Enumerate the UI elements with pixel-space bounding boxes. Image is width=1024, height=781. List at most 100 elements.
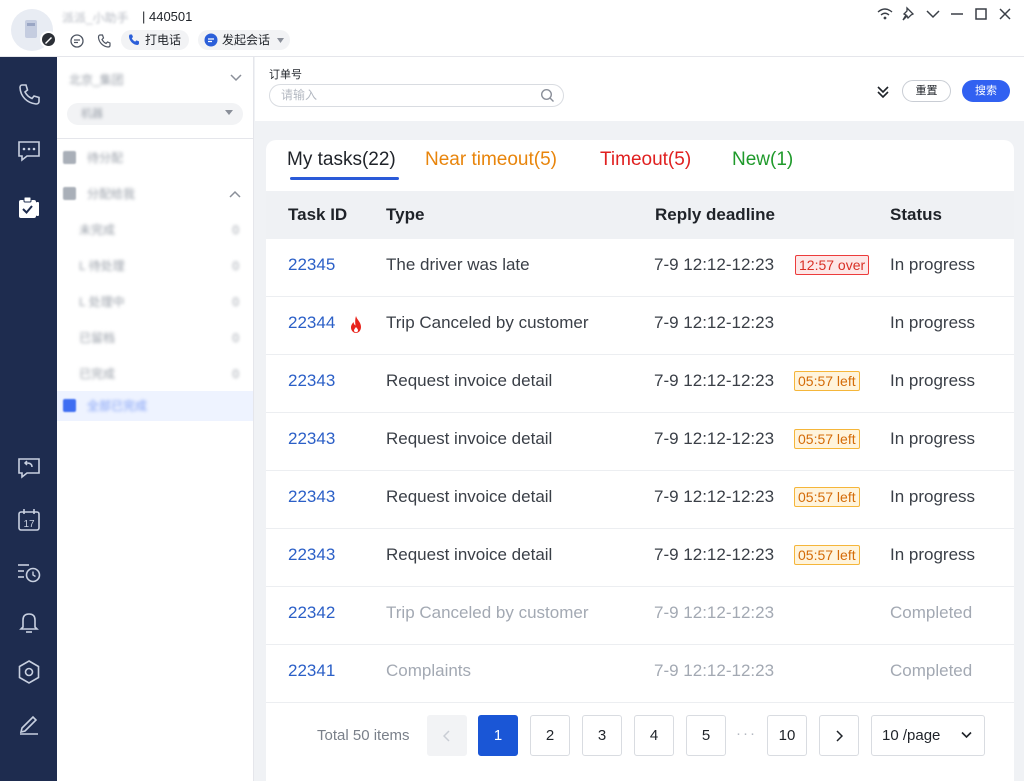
- inbox-icon: [63, 151, 76, 164]
- divider: [57, 138, 253, 139]
- phone-icon[interactable]: [96, 33, 112, 49]
- checkbox-icon: [63, 399, 76, 412]
- sidebar-item-incomplete[interactable]: 未完成 0: [57, 215, 253, 245]
- maximize-icon[interactable]: [970, 4, 992, 24]
- page-button-4[interactable]: 4: [634, 715, 674, 756]
- expand-filters-icon[interactable]: [874, 83, 892, 101]
- table-row[interactable]: 22343 Request invoice detail 7-9 12:12-12:…: [266, 529, 1014, 587]
- minimize-icon[interactable]: [946, 4, 968, 24]
- task-type: Complaints: [386, 661, 472, 680]
- sidebar-item-unassigned[interactable]: 待分配: [57, 143, 253, 173]
- table-row[interactable]: 22341 Complaints 7-9 12:12-12:23 Completed: [266, 645, 1014, 703]
- page-button-2[interactable]: 2: [530, 715, 570, 756]
- pin-icon[interactable]: [898, 4, 920, 24]
- task-clipboard-icon[interactable]: [15, 193, 43, 221]
- task-id-link[interactable]: 22341: [288, 661, 335, 681]
- calendar-icon[interactable]: 17: [15, 506, 43, 534]
- task-status: In progress: [890, 371, 976, 390]
- pagination-ellipsis[interactable]: ···: [736, 725, 757, 742]
- task-status: In progress: [890, 429, 976, 448]
- timeout-badge: 05:57 left: [794, 545, 860, 565]
- task-sidebar: 北京_集团 机器 待分配 分配给我 未完成 0 L 待处理 0 L 处理中 0 …: [57, 57, 254, 781]
- reply-deadline: 7-9 12:12-12:23: [654, 429, 775, 448]
- next-page-button[interactable]: [819, 715, 859, 756]
- task-id-link[interactable]: 22344: [288, 313, 335, 333]
- task-status: In progress: [890, 255, 976, 274]
- tab-my-tasks[interactable]: My tasks(22): [287, 149, 396, 171]
- prev-page-button[interactable]: [427, 715, 467, 756]
- table-row[interactable]: 22343 Request invoice detail 7-9 12:12-12:…: [266, 355, 1014, 413]
- task-status: In progress: [890, 313, 976, 332]
- task-status: In progress: [890, 487, 976, 506]
- table-row[interactable]: 22344 Trip Canceled by customer 7-9 12:12-…: [266, 297, 1014, 355]
- reply-deadline: 7-9 12:12-12:23: [654, 545, 775, 564]
- title-bar: 派派_小助手 | 440501 打电话 发起会话: [0, 0, 1024, 57]
- column-header-task-id: Task ID: [288, 205, 348, 224]
- task-type: Trip Canceled by customer: [386, 313, 589, 332]
- reply-message-icon[interactable]: [15, 454, 43, 482]
- start-chat-button[interactable]: 发起会话: [198, 30, 291, 50]
- reply-deadline: 7-9 12:12-12:23: [654, 487, 775, 506]
- sidebar-item-processing[interactable]: L 处理中 0: [57, 287, 253, 317]
- page-size-select[interactable]: 10 /page: [871, 715, 985, 756]
- chevron-up-icon[interactable]: [229, 190, 241, 198]
- table-header: Task ID Type Reply deadline Status: [266, 191, 1014, 239]
- task-id-link[interactable]: 22343: [288, 487, 335, 507]
- page-button-5[interactable]: 5: [686, 715, 726, 756]
- sidebar-item-completed[interactable]: 已完成 0: [57, 359, 253, 389]
- task-type: Request invoice detail: [386, 371, 553, 390]
- timeout-badge: 05:57 left: [794, 371, 860, 391]
- task-id-link[interactable]: 22342: [288, 603, 335, 623]
- sidebar-item-archived[interactable]: 已留档 0: [57, 323, 253, 353]
- chevron-down-icon[interactable]: [922, 4, 944, 24]
- message-icon[interactable]: [69, 33, 85, 49]
- tab-new[interactable]: New(1): [732, 149, 793, 171]
- reset-button[interactable]: 重置: [902, 80, 951, 102]
- edit-pen-icon[interactable]: [15, 709, 43, 737]
- task-status: Completed: [890, 603, 973, 622]
- close-icon[interactable]: [994, 4, 1016, 24]
- task-status: In progress: [890, 545, 976, 564]
- table-row[interactable]: 22343 Request invoice detail 7-9 12:12-12:…: [266, 413, 1014, 471]
- task-type: Request invoice detail: [386, 487, 553, 506]
- table-row[interactable]: 22343 Request invoice detail 7-9 12:12-12:…: [266, 471, 1014, 529]
- user-id: | 440501: [142, 9, 193, 24]
- window-controls: [874, 4, 1016, 24]
- call-button[interactable]: 打电话: [121, 30, 190, 50]
- chat-bubble-icon: [204, 33, 218, 47]
- caret-down-icon: [225, 110, 233, 115]
- task-id-link[interactable]: 22343: [288, 545, 335, 565]
- table-row[interactable]: 22342 Trip Canceled by customer 7-9 12:12-…: [266, 587, 1014, 645]
- pagination-total: Total 50 items: [317, 727, 410, 744]
- chevron-down-icon: [961, 731, 972, 739]
- sidebar-item-all-completed[interactable]: 全部已完成: [57, 391, 253, 421]
- user-group-icon: [63, 187, 76, 200]
- chevron-down-icon[interactable]: [229, 73, 243, 83]
- page-button-10[interactable]: 10: [767, 715, 807, 756]
- search-icon[interactable]: [540, 88, 555, 103]
- edit-badge-icon[interactable]: [40, 31, 57, 48]
- sidebar-item-pending[interactable]: L 待处理 0: [57, 251, 253, 281]
- sidebar-select[interactable]: 机器: [67, 103, 243, 125]
- order-number-input[interactable]: 请输入: [269, 84, 564, 107]
- phone-nav-icon[interactable]: [15, 81, 43, 109]
- call-phone-icon: [129, 34, 139, 45]
- search-button[interactable]: 搜索: [962, 80, 1010, 102]
- task-id-link[interactable]: 22343: [288, 429, 335, 449]
- chat-nav-icon[interactable]: [15, 137, 43, 165]
- table-row[interactable]: 22345 The driver was late 7-9 12:12-12:23 I…: [266, 239, 1014, 297]
- wifi-icon[interactable]: [874, 4, 896, 24]
- tab-near-timeout[interactable]: Near timeout(5): [425, 149, 557, 171]
- column-header-type: Type: [386, 205, 425, 224]
- page-button-3[interactable]: 3: [582, 715, 622, 756]
- bell-icon[interactable]: [15, 608, 43, 636]
- settings-hexagon-icon[interactable]: [15, 658, 43, 686]
- task-type: Request invoice detail: [386, 429, 553, 448]
- page-button-1[interactable]: 1: [478, 715, 518, 756]
- tab-timeout[interactable]: Timeout(5): [600, 149, 691, 171]
- sidebar-item-assigned-to-me[interactable]: 分配给我: [57, 179, 253, 209]
- task-id-link[interactable]: 22345: [288, 255, 335, 275]
- task-id-link[interactable]: 22343: [288, 371, 335, 391]
- reply-deadline: 7-9 12:12-12:23: [654, 255, 775, 274]
- history-icon[interactable]: [15, 558, 43, 586]
